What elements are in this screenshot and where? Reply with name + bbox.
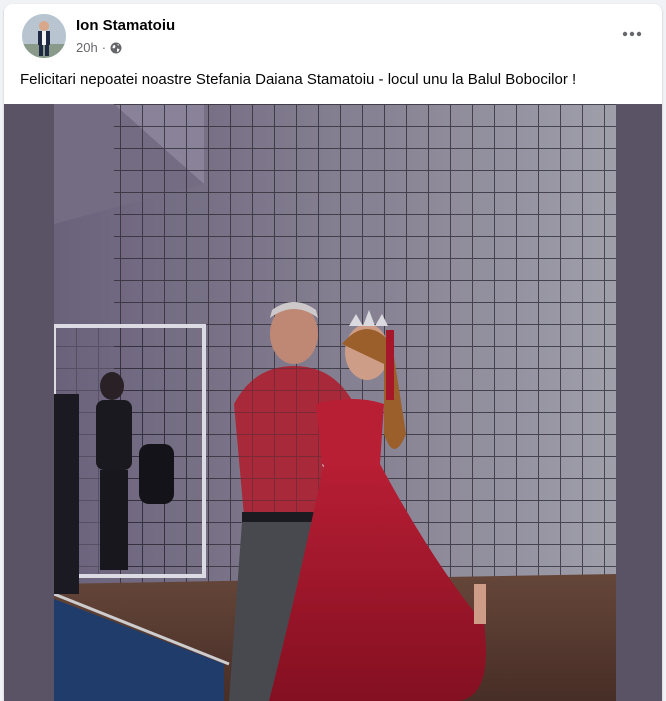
post-timestamp[interactable]: 20h <box>76 40 98 55</box>
more-options-button[interactable] <box>616 20 648 48</box>
post-photo-container[interactable] <box>4 104 662 701</box>
more-options-icon <box>622 31 642 37</box>
meta-separator: · <box>101 40 107 55</box>
author-avatar[interactable] <box>22 14 66 58</box>
post-header: Ion Stamatoiu 20h · <box>4 4 662 64</box>
avatar-image <box>22 14 66 58</box>
post-card: Ion Stamatoiu 20h · Felicitari nepoatei … <box>4 4 662 701</box>
post-message: Felicitari nepoatei noastre Stefania Dai… <box>20 71 577 88</box>
author-name[interactable]: Ion Stamatoiu <box>76 17 175 34</box>
post-photo[interactable] <box>54 104 616 701</box>
globe-icon[interactable] <box>110 42 122 54</box>
post-meta: 20h · <box>76 40 122 55</box>
photo-image <box>54 104 616 701</box>
